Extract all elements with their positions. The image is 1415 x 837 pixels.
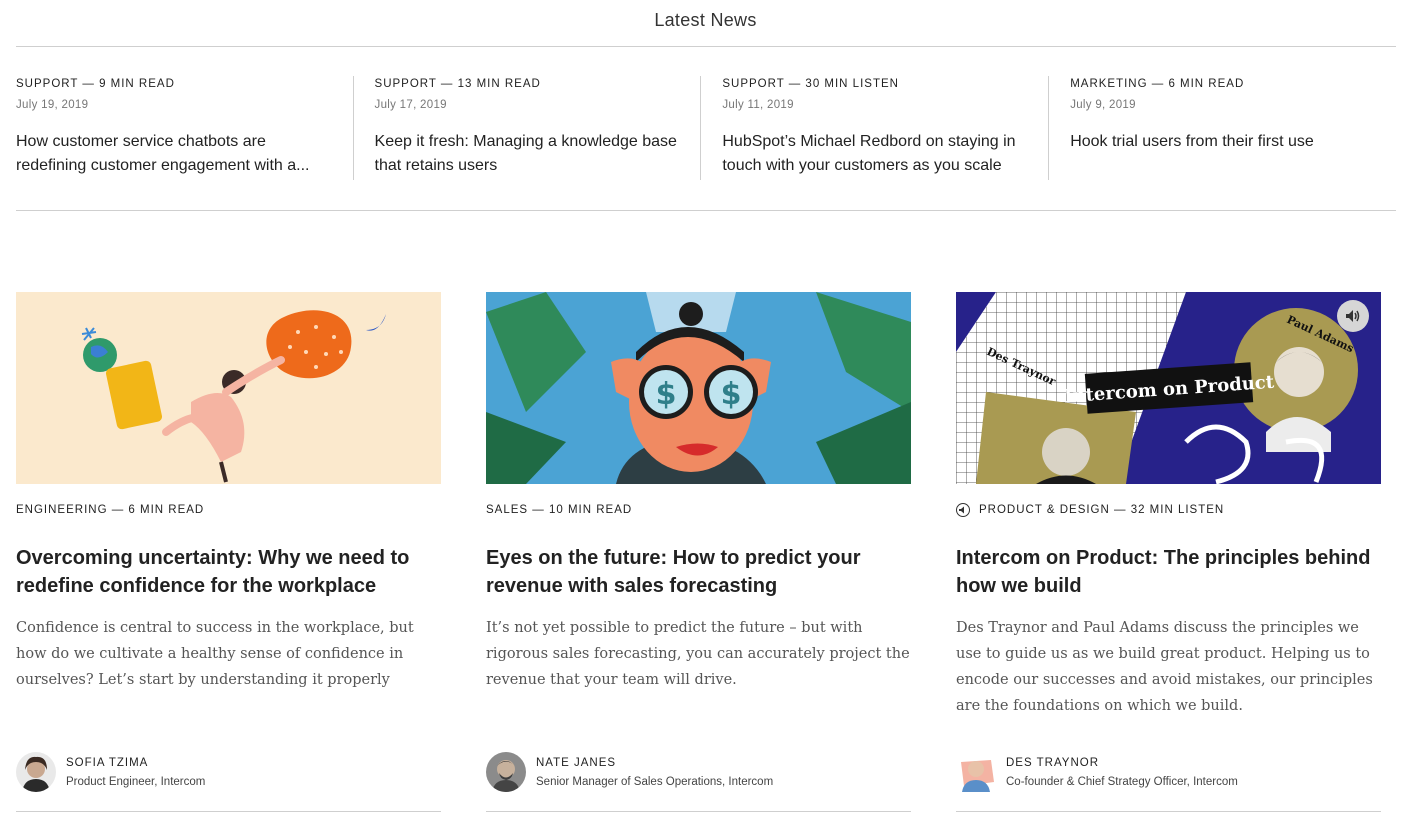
card-title[interactable]: Intercom on Product: The principles behi… xyxy=(956,544,1381,600)
latest-news-list: SUPPORT — 9 MIN READ July 19, 2019 How c… xyxy=(16,76,1396,180)
card-title[interactable]: Eyes on the future: How to predict your … xyxy=(486,544,911,600)
illustration-confidence[interactable] xyxy=(16,292,441,484)
news-title[interactable]: How customer service chatbots are redefi… xyxy=(16,130,333,178)
news-item[interactable]: MARKETING — 6 MIN READ July 9, 2019 Hook… xyxy=(1048,76,1396,180)
card-description: It’s not yet possible to predict the fut… xyxy=(486,620,910,688)
latest-news-title: Latest News xyxy=(654,10,757,30)
news-category: SUPPORT — 9 MIN READ xyxy=(16,78,175,90)
card-category: ENGINEERING — 6 MIN READ xyxy=(16,504,205,516)
news-category: SUPPORT — 30 MIN LISTEN xyxy=(722,78,899,90)
illustration-intercom-on-product[interactable]: Intercom on Product Des Traynor Paul Ada… xyxy=(956,292,1381,484)
author[interactable]: NATE JANES Senior Manager of Sales Opera… xyxy=(486,752,773,792)
card-category: SALES — 10 MIN READ xyxy=(486,504,633,516)
article-card-confidence[interactable]: ENGINEERING — 6 MIN READ Overcoming unce… xyxy=(16,292,441,812)
news-title[interactable]: Keep it fresh: Managing a knowledge base… xyxy=(375,130,681,178)
article-card-intercom-on-product[interactable]: Intercom on Product Des Traynor Paul Ada… xyxy=(956,292,1381,812)
avatar xyxy=(956,752,996,792)
card-description: Des Traynor and Paul Adams discuss the p… xyxy=(956,620,1373,714)
news-category: SUPPORT — 13 MIN READ xyxy=(374,78,541,90)
card-divider xyxy=(486,811,911,812)
card-title[interactable]: Overcoming uncertainty: Why we need to r… xyxy=(16,544,441,600)
divider-bottom xyxy=(16,210,1396,211)
svg-text:$: $ xyxy=(721,377,742,412)
news-date: July 19, 2019 xyxy=(16,99,89,111)
divider-top xyxy=(16,46,1396,47)
author-name: DES TRAYNOR xyxy=(1006,756,1100,769)
news-date: July 11, 2019 xyxy=(722,99,794,111)
author-role: Senior Manager of Sales Operations, Inte… xyxy=(536,775,774,788)
speaker-icon[interactable] xyxy=(1337,300,1369,332)
author-name: SOFIA TZIMA xyxy=(66,756,149,769)
article-card-forecasting[interactable]: $ $ SALES — 10 MIN READ Eyes on the futu… xyxy=(486,292,911,812)
card-description: Confidence is central to success in the … xyxy=(16,620,414,688)
news-item[interactable]: SUPPORT — 13 MIN READ July 17, 2019 Keep… xyxy=(352,76,701,180)
news-item[interactable]: SUPPORT — 30 MIN LISTEN July 11, 2019 Hu… xyxy=(700,76,1048,180)
news-date: July 9, 2019 xyxy=(1070,99,1136,111)
author[interactable]: DES TRAYNOR Co-founder & Chief Strategy … xyxy=(956,752,1238,792)
news-item[interactable]: SUPPORT — 9 MIN READ July 19, 2019 How c… xyxy=(16,76,353,180)
author[interactable]: SOFIA TZIMA Product Engineer, Intercom xyxy=(16,752,205,792)
news-title[interactable]: Hook trial users from their first use xyxy=(1070,130,1376,154)
illustration-forecasting[interactable]: $ $ xyxy=(486,292,911,484)
avatar xyxy=(486,752,526,792)
card-divider xyxy=(16,811,441,812)
news-category: MARKETING — 6 MIN READ xyxy=(1070,78,1245,90)
news-date: July 17, 2019 xyxy=(374,99,447,111)
author-role: Product Engineer, Intercom xyxy=(66,775,206,788)
news-title[interactable]: HubSpot’s Michael Redbord on staying in … xyxy=(722,130,1028,178)
author-role: Co-founder & Chief Strategy Officer, Int… xyxy=(1006,775,1238,788)
speaker-icon xyxy=(956,503,970,517)
avatar xyxy=(16,752,56,792)
card-category: PRODUCT & DESIGN — 32 MIN LISTEN xyxy=(979,504,1225,516)
card-divider xyxy=(956,811,1381,812)
card-category-row: PRODUCT & DESIGN — 32 MIN LISTEN xyxy=(956,502,1381,518)
svg-text:$: $ xyxy=(656,377,677,412)
author-name: NATE JANES xyxy=(536,756,617,769)
